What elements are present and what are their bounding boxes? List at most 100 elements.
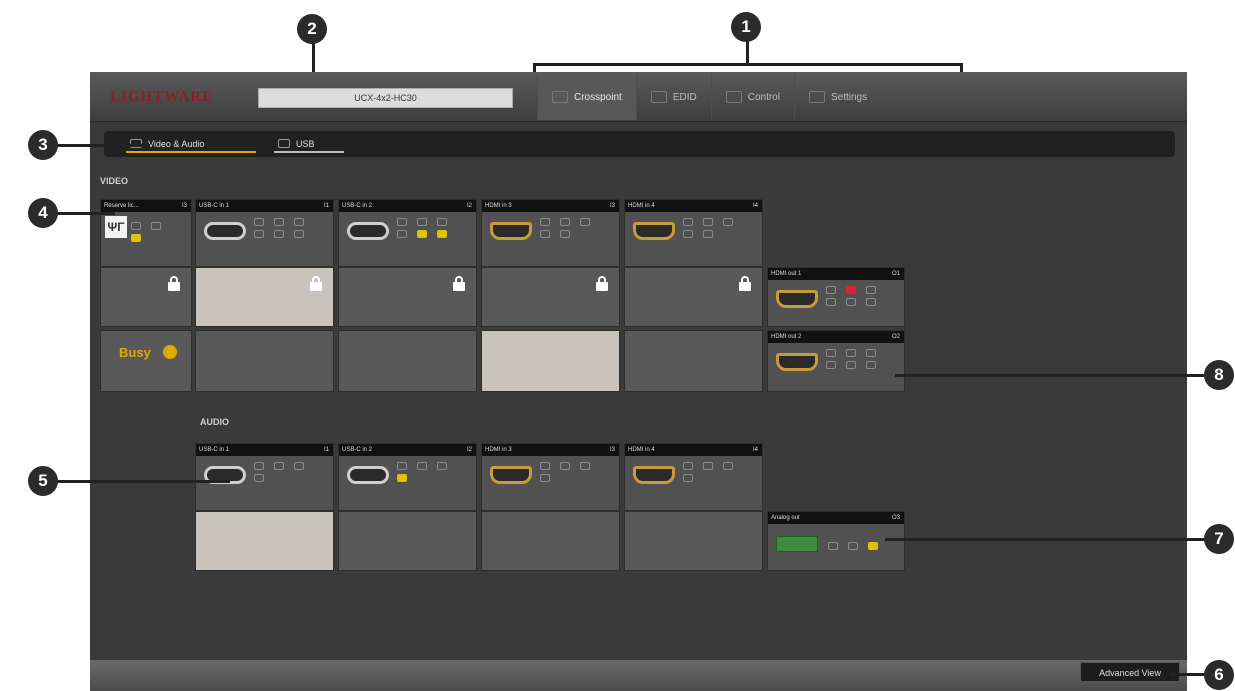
- lock-status-icon: [151, 222, 161, 230]
- callout-1: 1: [731, 12, 761, 42]
- menu-edid[interactable]: EDID: [635, 74, 711, 120]
- hdcp-icon: [826, 361, 836, 369]
- power-icon: [437, 230, 447, 238]
- edit-icon: [580, 218, 590, 226]
- menu-crosspoint[interactable]: Crosspoint: [537, 74, 636, 120]
- signal-icon: [826, 286, 836, 294]
- edid-icon: [650, 91, 667, 103]
- audio-output-tile[interactable]: Analog out O3: [767, 511, 905, 571]
- hdmi-port-icon: [633, 222, 675, 240]
- callout-6-line: [1170, 673, 1206, 676]
- menu-control[interactable]: Control: [710, 74, 794, 120]
- lock-status-icon: [703, 462, 713, 470]
- crosspoint-cell[interactable]: [338, 267, 477, 327]
- analog-connector-icon: [776, 536, 818, 552]
- tab-bar: Video & Audio USB: [104, 131, 1175, 157]
- edit-icon: [437, 462, 447, 470]
- crosspoint-cell[interactable]: [481, 267, 620, 327]
- audio-crosspoint-cell[interactable]: [338, 511, 477, 571]
- mute-icon: [254, 474, 264, 482]
- reserve-source-icon: ΨΓ: [105, 216, 127, 238]
- mute-active-icon: [846, 286, 856, 294]
- signal-icon: [826, 349, 836, 357]
- callout-5-line: [40, 480, 230, 483]
- app-window: LIGHTWARE UCX-4x2-HC30 Crosspoint EDID C…: [90, 72, 1187, 691]
- mute-icon: [866, 361, 876, 369]
- callout-8: 8: [1204, 360, 1234, 390]
- hdmi-port-icon: [490, 222, 532, 240]
- lock-status-icon: [866, 298, 876, 306]
- mute-icon: [703, 230, 713, 238]
- settings-icon: [808, 91, 825, 103]
- video-section-label: VIDEO: [100, 176, 129, 186]
- menu-settings[interactable]: Settings: [793, 74, 881, 120]
- audio-crosspoint-cell[interactable]: [195, 511, 334, 571]
- hdmi-port-icon: [776, 353, 818, 371]
- device-name-label: UCX-4x2-HC30: [258, 88, 513, 108]
- top-bar: LIGHTWARE UCX-4x2-HC30 Crosspoint EDID C…: [90, 72, 1187, 122]
- advanced-view-button[interactable]: Advanced View: [1080, 662, 1180, 682]
- callout-8-line: [895, 374, 1205, 377]
- audio-icon: [254, 462, 264, 470]
- audio-input-tile[interactable]: HDMI in 3 I3: [481, 443, 620, 511]
- busy-label: Busy: [119, 345, 151, 360]
- lock-status-icon: [560, 218, 570, 226]
- crosspoint-icon: [552, 91, 568, 103]
- mute-icon: [560, 230, 570, 238]
- crosspoint-cell-busy[interactable]: Busy: [100, 330, 192, 392]
- video-input-tile[interactable]: HDMI in 4 I4: [624, 199, 763, 267]
- hdmi-port-icon: [776, 290, 818, 308]
- callout-1-line-stem: [746, 40, 749, 65]
- video-input-tile[interactable]: Reserve lic... I3 ΨΓ: [100, 199, 192, 267]
- audio-crosspoint-cell[interactable]: [481, 511, 620, 571]
- edit-icon: [580, 462, 590, 470]
- crosspoint-cell[interactable]: [100, 267, 192, 327]
- power-icon: [846, 298, 856, 306]
- callout-7: 7: [1204, 524, 1234, 554]
- audio-section-label: AUDIO: [200, 417, 229, 427]
- crosspoint-cell[interactable]: [624, 330, 763, 392]
- audio-icon: [397, 462, 407, 470]
- video-output-tile[interactable]: HDMI out 1 O1: [767, 267, 905, 327]
- audio-crosspoint-cell[interactable]: [624, 511, 763, 571]
- signal-icon: [540, 218, 550, 226]
- audio-input-tile[interactable]: USB-C in 1 I1: [195, 443, 334, 511]
- mute-icon: [274, 230, 284, 238]
- audio-icon: [683, 462, 693, 470]
- lock-icon: [167, 276, 181, 291]
- callout-7-line: [885, 538, 1205, 541]
- tab-usb[interactable]: USB: [274, 135, 344, 153]
- video-input-tile[interactable]: USB-C in 2 I2: [338, 199, 477, 267]
- mute-icon: [683, 474, 693, 482]
- lock-icon: [309, 276, 323, 291]
- usb-c-port-icon: [347, 222, 389, 240]
- edit-icon: [723, 462, 733, 470]
- warning-icon: [868, 542, 878, 550]
- crosspoint-cell[interactable]: [195, 267, 334, 327]
- crosspoint-cell[interactable]: [195, 330, 334, 392]
- audio-input-tile[interactable]: USB-C in 2 I2: [338, 443, 477, 511]
- callout-2: 2: [297, 14, 327, 44]
- edit-icon: [294, 218, 304, 226]
- crosspoint-cell[interactable]: [338, 330, 477, 392]
- lock-icon: [595, 276, 609, 291]
- audio-icon: [828, 542, 838, 550]
- power-icon: [397, 474, 407, 482]
- callout-5: 5: [28, 466, 58, 496]
- audio-input-tile[interactable]: HDMI in 4 I4: [624, 443, 763, 511]
- power-icon: [294, 230, 304, 238]
- crosspoint-cell[interactable]: [481, 330, 620, 392]
- callout-6: 6: [1204, 660, 1234, 690]
- lock-status-icon: [846, 349, 856, 357]
- lock-status-icon: [560, 462, 570, 470]
- video-output-tile[interactable]: HDMI out 2 O2: [767, 330, 905, 392]
- lock-status-icon: [274, 218, 284, 226]
- crosspoint-cell[interactable]: [624, 267, 763, 327]
- edit-icon: [723, 218, 733, 226]
- video-input-tile[interactable]: USB-C in 1 I1: [195, 199, 334, 267]
- usb-c-port-icon: [347, 466, 389, 484]
- main-menu: Crosspoint EDID Control Settings: [537, 74, 881, 120]
- video-input-tile[interactable]: HDMI in 3 I3: [481, 199, 620, 267]
- signal-icon: [254, 218, 264, 226]
- status-bar: [90, 660, 1187, 691]
